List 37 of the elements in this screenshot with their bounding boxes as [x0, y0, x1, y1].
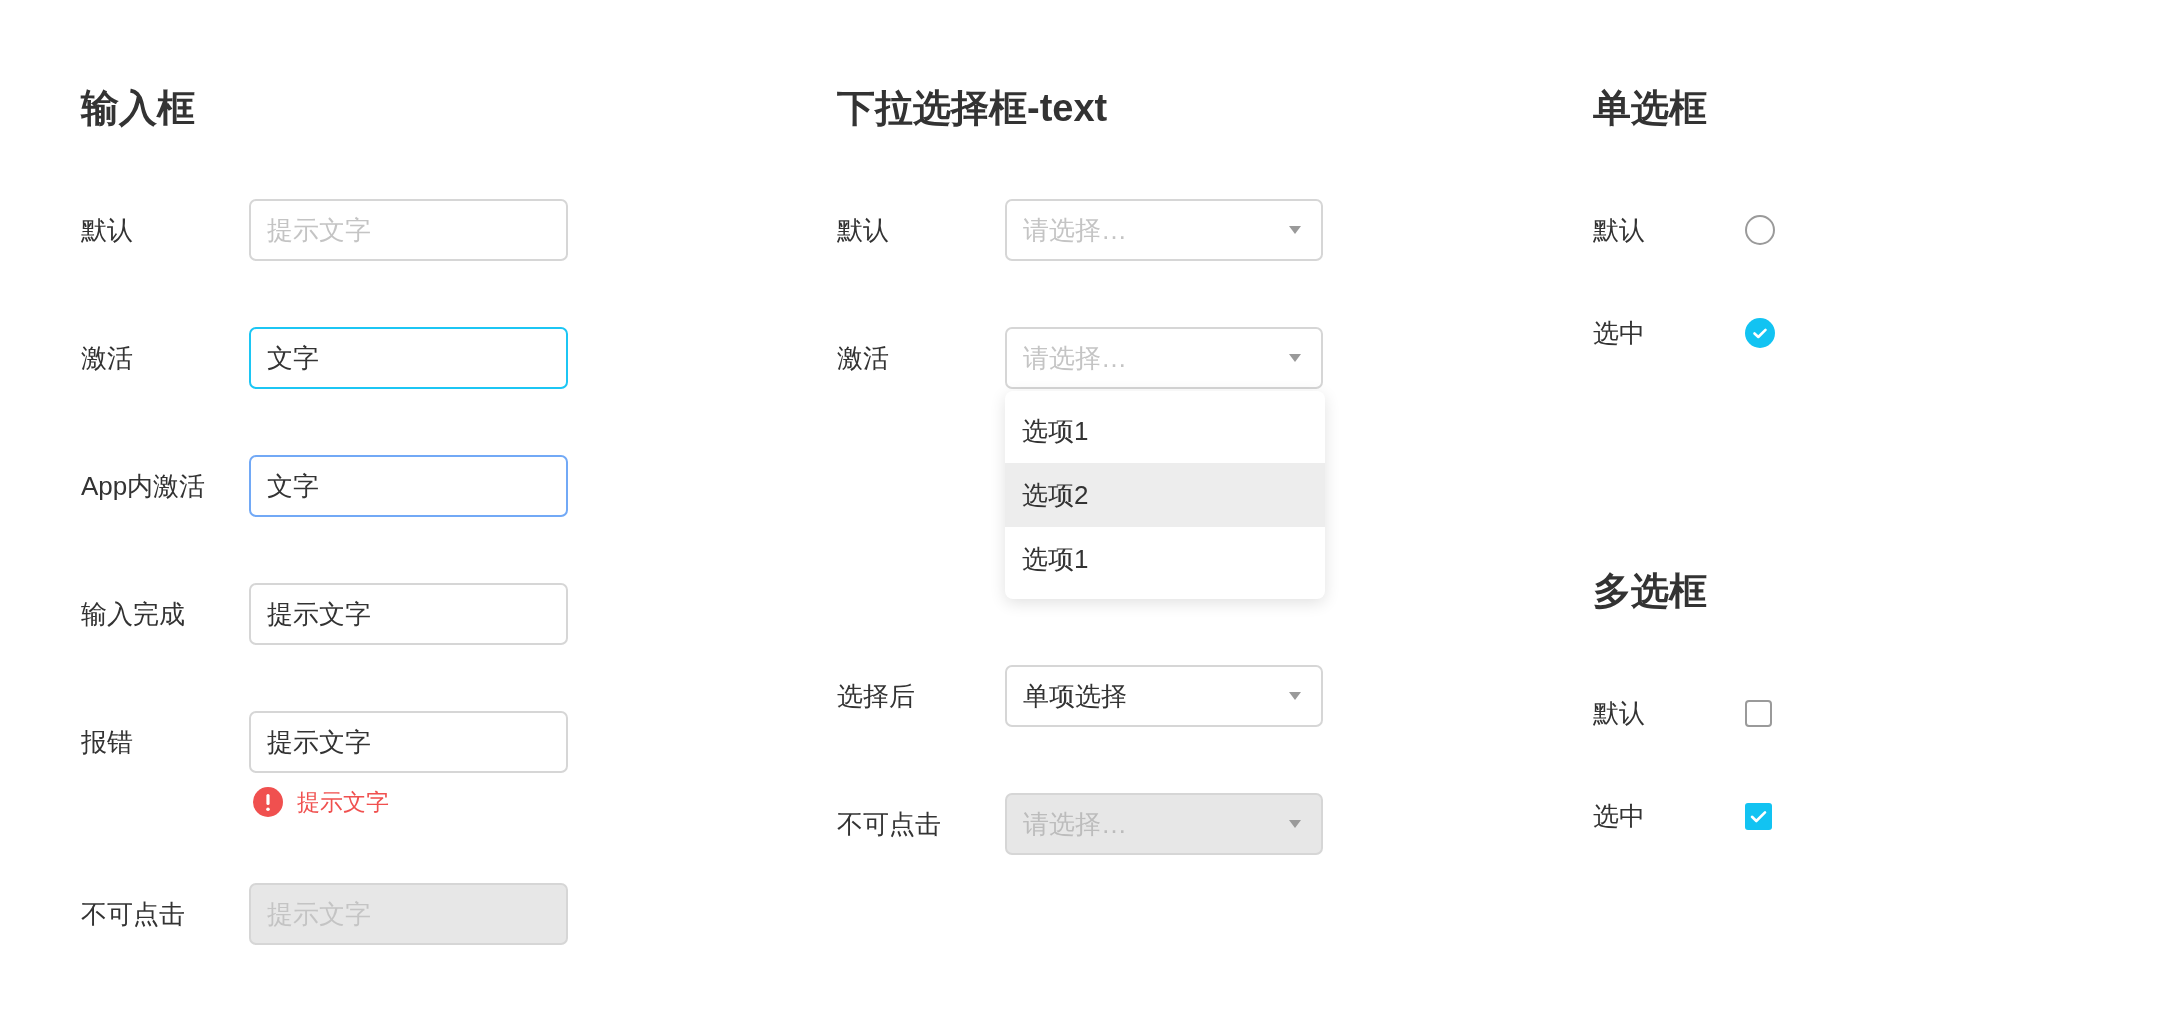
error-icon [253, 787, 283, 817]
caret-icon [1289, 354, 1301, 362]
section-title: 单选框 [1593, 86, 1707, 131]
option-label: 默认 [1593, 697, 1645, 729]
option-label: 选中 [1593, 317, 1645, 349]
option-label: 选中 [1593, 800, 1645, 832]
radio-button[interactable] [1745, 215, 1775, 245]
field-label: 不可点击 [81, 898, 185, 930]
field-label: 报错 [81, 726, 133, 758]
dropdown-select[interactable]: 单项选择 [1005, 665, 1323, 727]
field-label: 选择后 [837, 680, 915, 712]
section-title: 输入框 [81, 86, 195, 131]
caret-icon [1289, 692, 1301, 700]
input-field[interactable]: 文字 [249, 455, 568, 517]
field-label: 输入完成 [81, 598, 185, 630]
field-label: 不可点击 [837, 808, 941, 840]
caret-icon [1289, 226, 1301, 234]
input-field[interactable]: 文字 [249, 327, 568, 389]
field-label: 默认 [837, 214, 889, 246]
error-message: 提示文字 [297, 788, 389, 817]
menu-option[interactable]: 选项1 [1005, 527, 1325, 591]
input-field[interactable]: 提示文字 [249, 199, 568, 261]
input-field[interactable]: 提示文字 [249, 583, 568, 645]
field-label: 激活 [81, 342, 133, 374]
checkbox[interactable] [1745, 802, 1772, 830]
field-label: App内激活 [81, 470, 206, 502]
menu-option[interactable]: 选项1 [1005, 399, 1325, 463]
menu-option[interactable]: 选项2 [1005, 463, 1325, 527]
caret-icon [1289, 820, 1301, 828]
field-label: 默认 [81, 214, 133, 246]
checkbox[interactable] [1745, 699, 1772, 727]
option-label: 默认 [1593, 214, 1645, 246]
section-title: 下拉选择框-text [837, 86, 1108, 131]
input-field[interactable]: 提示文字 [249, 711, 568, 773]
field-label: 激活 [837, 342, 889, 374]
radio-button[interactable] [1745, 318, 1775, 348]
section-title: 多选框 [1593, 569, 1707, 614]
